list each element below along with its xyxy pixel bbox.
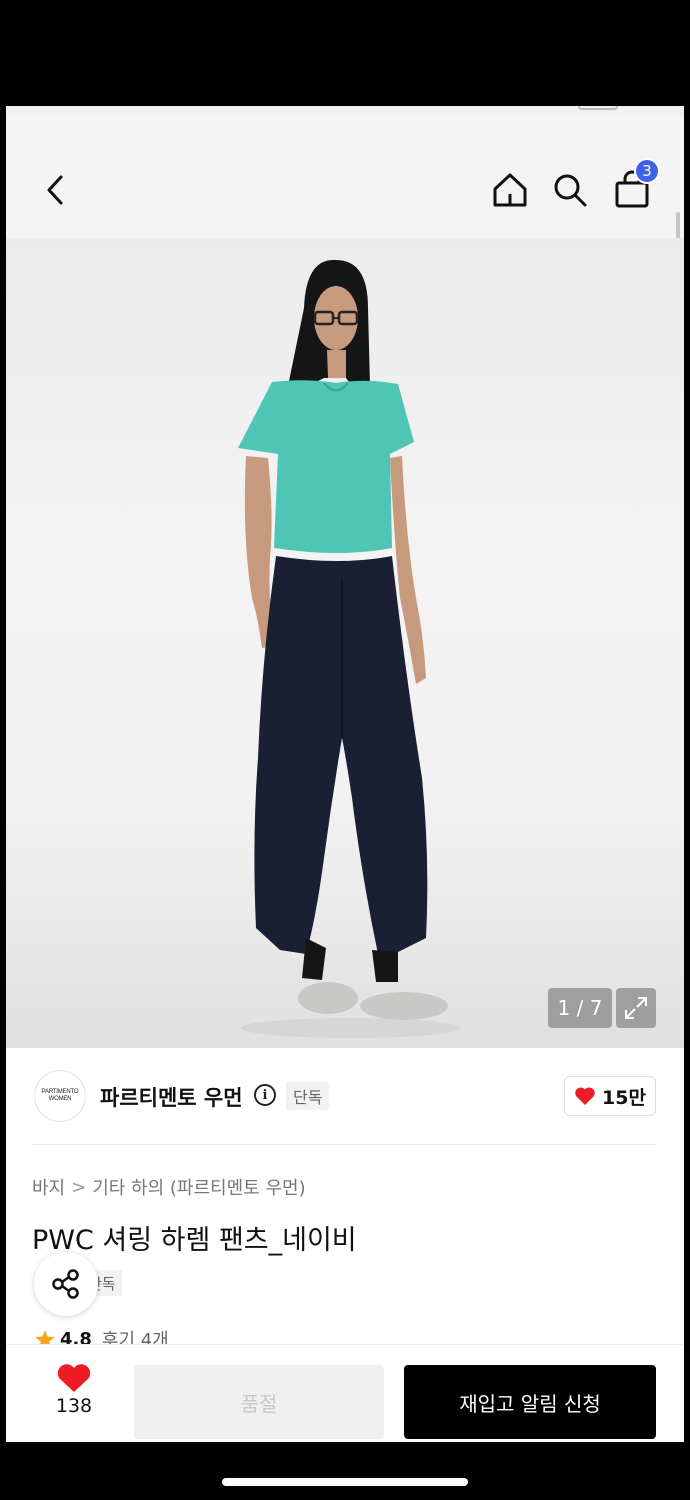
search-button[interactable] [548, 168, 592, 212]
soldout-button: 품절 [134, 1365, 384, 1439]
brand-logo-line1: PARTIMENTO [41, 1089, 79, 1095]
brand-name[interactable]: 파르티멘토 우먼 [100, 1082, 243, 1112]
search-icon [554, 174, 587, 207]
product-title: PWC 셔링 하렘 팬츠_네이비 [32, 1225, 357, 1256]
heart-icon [575, 1087, 595, 1105]
expand-icon [625, 997, 647, 1019]
info-icon[interactable]: i [254, 1084, 276, 1106]
status-bar [6, 106, 684, 116]
expand-button[interactable] [616, 988, 656, 1028]
divider [32, 1144, 656, 1145]
wishlist-button[interactable]: 138 [46, 1363, 102, 1417]
cart-count-badge: 3 [634, 158, 660, 184]
heart-icon [57, 1364, 91, 1392]
battery-icon [578, 106, 618, 110]
bottom-action-bar: 138 품절 재입고 알림 신청 [6, 1344, 684, 1442]
brand-logo[interactable]: PARTIMENTO WOMEN [34, 1070, 86, 1122]
brand-like-count: 15만 [602, 1086, 646, 1109]
app-screen: 3 1 / 7 PARTIMENTO WOMEN 파르티멘토 우먼 i 단독 1… [6, 106, 684, 1442]
product-image[interactable]: 1 / 7 [6, 238, 684, 1048]
breadcrumb: 바지 > 기타 하의 (파르티멘토 우먼) [32, 1174, 306, 1200]
brand-like-button[interactable]: 15만 [564, 1076, 656, 1116]
brand-section: PARTIMENTO WOMEN 파르티멘토 우먼 i 단독 15만 [6, 1048, 684, 1144]
top-nav: 3 [6, 116, 684, 296]
home-indicator [222, 1478, 468, 1486]
model-photo [238, 259, 461, 1038]
wishlist-count: 138 [55, 1395, 93, 1417]
back-button[interactable] [34, 168, 78, 212]
share-button[interactable] [34, 1252, 98, 1316]
chevron-left-icon [47, 175, 63, 205]
breadcrumb-item[interactable]: 바지 [32, 1174, 65, 1200]
share-icon [52, 1269, 79, 1299]
cart-button[interactable]: 3 [610, 158, 660, 212]
home-button[interactable] [488, 168, 532, 212]
home-icon [493, 173, 527, 207]
breadcrumb-item[interactable]: 기타 하의 (파르티멘토 우먼) [92, 1174, 305, 1200]
exclusive-badge: 단독 [286, 1082, 330, 1110]
brand-logo-line2: WOMEN [48, 1096, 72, 1102]
breadcrumb-separator: > [71, 1176, 87, 1198]
image-counter: 1 / 7 [548, 988, 612, 1028]
restock-alert-button[interactable]: 재입고 알림 신청 [404, 1365, 656, 1439]
